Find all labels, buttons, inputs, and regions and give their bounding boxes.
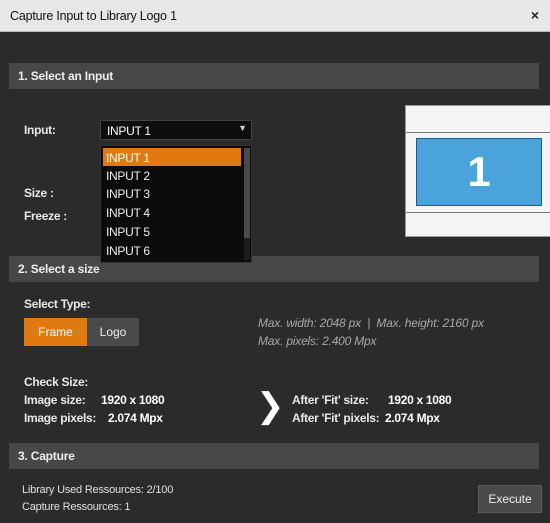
- check-size-label: Check Size:: [24, 375, 89, 389]
- dropdown-option[interactable]: INPUT 6: [103, 241, 241, 259]
- size-label: Size :: [24, 186, 54, 200]
- input-dropdown-list[interactable]: INPUT 1 INPUT 2 INPUT 3 INPUT 4 INPUT 5 …: [100, 145, 252, 263]
- max-pixels-text: Max. pixels: 2.400 Mpx: [258, 334, 377, 348]
- after-fit-size-label: After 'Fit' size:: [292, 393, 369, 407]
- image-size-value: 1920 x 1080: [101, 393, 165, 407]
- type-frame-button[interactable]: Frame: [24, 318, 87, 346]
- dropdown-option[interactable]: INPUT 3: [103, 184, 241, 202]
- execute-button[interactable]: Execute: [478, 485, 542, 513]
- preview-divider-top: [406, 132, 550, 133]
- image-pixels-label: Image pixels:: [24, 411, 97, 425]
- after-fit-size-value: 1920 x 1080: [388, 393, 452, 407]
- dropdown-option[interactable]: INPUT 5: [103, 222, 241, 240]
- preview-divider-bottom: [406, 212, 550, 213]
- type-logo-button[interactable]: Logo: [87, 318, 139, 346]
- dropdown-option[interactable]: INPUT 2: [103, 166, 241, 184]
- close-icon[interactable]: ×: [531, 7, 539, 23]
- section-select-input-header: 1. Select an Input: [9, 63, 539, 89]
- select-type-label: Select Type:: [24, 297, 91, 311]
- dropdown-option[interactable]: INPUT 1: [103, 148, 241, 166]
- input-select-value: INPUT 1: [107, 124, 151, 138]
- capture-resources-text: Capture Ressources: 1: [22, 501, 131, 513]
- after-fit-pixels-label: After 'Fit' pixels:: [292, 411, 380, 425]
- preview-number: 1: [467, 148, 491, 195]
- input-label: Input:: [24, 123, 56, 137]
- chevron-down-icon[interactable]: ▼: [238, 123, 247, 133]
- title-bar: Capture Input to Library Logo 1 ×: [0, 0, 550, 32]
- dialog-title: Capture Input to Library Logo 1: [10, 9, 177, 23]
- freeze-label: Freeze :: [24, 209, 67, 223]
- max-dimensions-text: Max. width: 2048 px | Max. height: 2160 …: [258, 316, 484, 330]
- capture-dialog: Capture Input to Library Logo 1 × 1. Sel…: [0, 0, 550, 523]
- dropdown-option[interactable]: INPUT 4: [103, 203, 241, 221]
- input-select[interactable]: INPUT 1 ▼: [100, 120, 252, 140]
- section-select-size-header: 2. Select a size: [9, 256, 539, 282]
- after-fit-pixels-value: 2.074 Mpx: [385, 411, 440, 425]
- preview-screen: 1: [416, 138, 542, 206]
- input-preview: 1: [405, 105, 550, 237]
- image-size-label: Image size:: [24, 393, 86, 407]
- section-capture-header: 3. Capture: [9, 443, 539, 469]
- chevron-right-icon: ❯: [256, 387, 285, 425]
- dropdown-scrollbar-thumb[interactable]: [244, 148, 250, 238]
- image-pixels-value: 2.074 Mpx: [108, 411, 163, 425]
- library-resources-text: Library Used Ressources: 2/100: [22, 484, 174, 496]
